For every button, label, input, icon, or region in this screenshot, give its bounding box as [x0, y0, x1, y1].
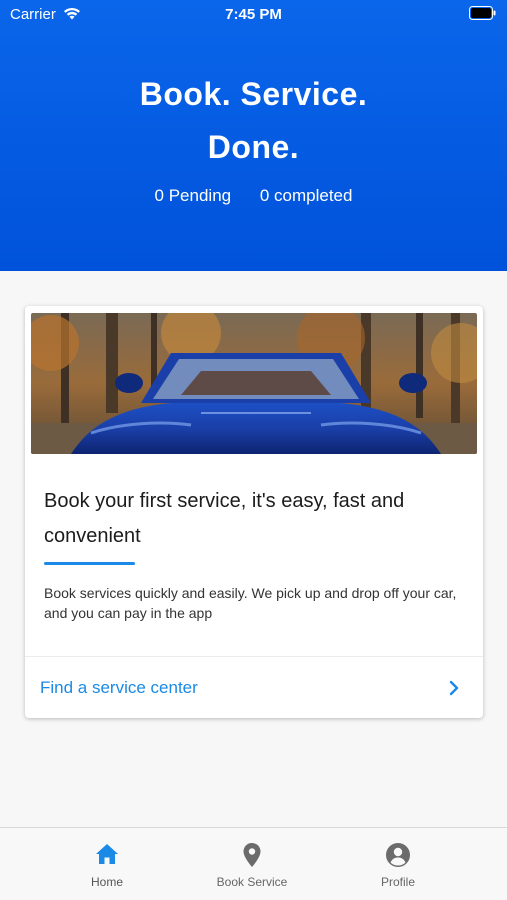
- home-icon: [96, 844, 118, 864]
- hero-title: Book. Service. Done.: [0, 68, 507, 174]
- status-time: 7:45 PM: [225, 6, 282, 23]
- service-counts: 0 Pending 0 completed: [0, 186, 507, 206]
- hero-title-line2: Done.: [207, 129, 300, 165]
- first-service-card: Book your first service, it's easy, fast…: [25, 306, 483, 718]
- tab-profile-label: Profile: [380, 875, 415, 889]
- chevron-right-icon: [449, 680, 459, 696]
- tab-book-service[interactable]: Book Service: [187, 828, 317, 900]
- tab-bar: Home Book Service Profile: [0, 827, 507, 900]
- hero-title-line1: Book. Service.: [139, 76, 368, 112]
- completed-count: 0 completed: [259, 186, 353, 205]
- location-pin-icon: [243, 843, 261, 867]
- card-title: Book your first service, it's easy, fast…: [44, 490, 405, 547]
- pending-count: 0 Pending: [154, 186, 232, 205]
- title-underline: [44, 562, 135, 565]
- hero-header: Carrier 7:45 PM Book. Service. Done. 0 P…: [0, 0, 507, 271]
- find-service-center-button[interactable]: Find a service center: [25, 657, 483, 718]
- tab-book-service-label: Book Service: [216, 875, 288, 889]
- status-bar: Carrier 7:45 PM: [0, 0, 507, 28]
- tab-profile[interactable]: Profile: [333, 828, 463, 900]
- car-photo-image: [31, 313, 477, 454]
- card-description: Book services quickly and easily. We pic…: [44, 585, 457, 621]
- profile-icon: [386, 843, 410, 867]
- tab-home[interactable]: Home: [42, 828, 172, 900]
- car-photo: [31, 313, 477, 454]
- battery-icon: [469, 6, 496, 20]
- find-service-center-label: Find a service center: [40, 678, 198, 697]
- tab-home-label: Home: [90, 875, 123, 889]
